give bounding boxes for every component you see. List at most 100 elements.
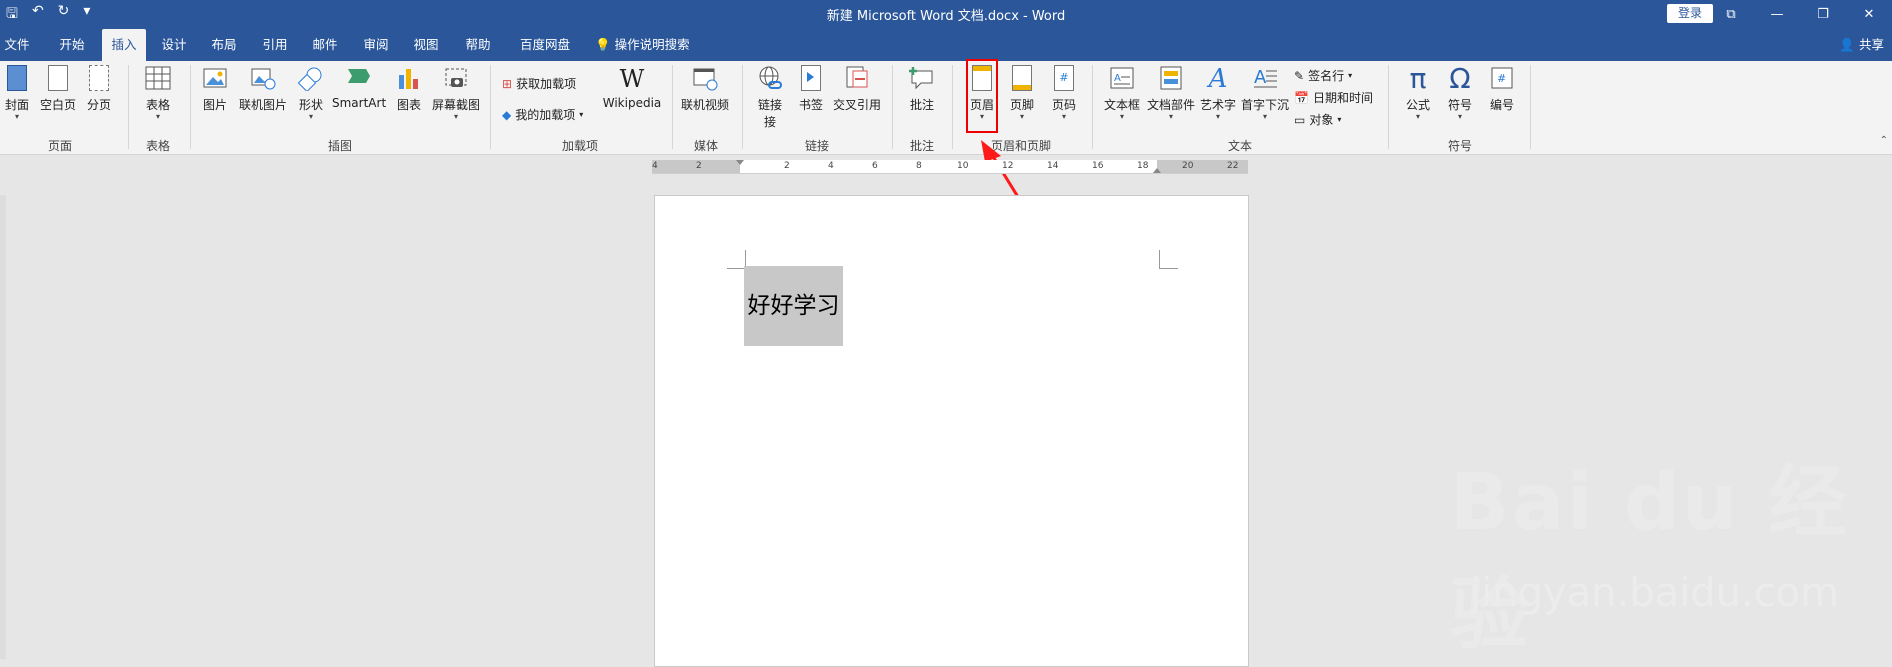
document-text-selection[interactable]: 好好学习	[744, 266, 843, 346]
share-button[interactable]: 👤 共享	[1839, 29, 1884, 61]
bookmark-button[interactable]: 书签	[796, 65, 826, 113]
online-picture-button[interactable]: 联机图片	[238, 65, 288, 113]
minimize-button[interactable]: —	[1754, 0, 1800, 29]
cross-reference-button[interactable]: 交叉引用	[832, 65, 882, 113]
ruler-tick: 14	[1047, 161, 1059, 171]
numbering-button[interactable]: # 编号	[1484, 65, 1520, 113]
wordart-button[interactable]: A 艺术字 ▾	[1198, 65, 1238, 121]
get-addins-button[interactable]: ⊞ 获取加载项	[502, 75, 576, 92]
object-button[interactable]: ▭ 对象 ▾	[1294, 111, 1341, 128]
ruler-tick: 16	[1092, 161, 1104, 171]
comment-icon	[909, 65, 935, 93]
ruler-tick: 20	[1182, 161, 1194, 171]
lightbulb-icon: 💡	[595, 37, 611, 52]
vertical-ruler[interactable]	[0, 195, 6, 659]
group-separator	[128, 65, 129, 149]
footer-button[interactable]: 页脚 ▾	[1006, 65, 1038, 121]
login-button[interactable]: 登录	[1667, 4, 1713, 23]
my-addins-button[interactable]: ◆ 我的加载项 ▾	[502, 106, 583, 123]
tab-home[interactable]: 开始	[52, 29, 92, 61]
collapse-ribbon-icon[interactable]: ⌃	[1880, 135, 1888, 146]
blank-page-icon	[45, 65, 71, 93]
pi-icon: π	[1409, 62, 1427, 95]
horizontal-ruler[interactable]: 4 2 2 4 6 8 10 12 14 16 18 20 22	[652, 160, 1248, 174]
smartart-button[interactable]: SmartArt	[332, 65, 386, 110]
shapes-button[interactable]: 形状 ▾	[296, 65, 326, 121]
group-separator	[490, 65, 491, 149]
tab-mailings[interactable]: 邮件	[307, 29, 343, 61]
comment-button[interactable]: 批注	[904, 65, 940, 113]
tab-insert[interactable]: 插入	[102, 29, 146, 61]
maximize-button[interactable]: ❐	[1800, 0, 1846, 29]
screenshot-button[interactable]: 屏幕截图 ▾	[430, 65, 482, 121]
picture-icon	[202, 65, 228, 93]
ribbon: 封面 ▾ 空白页 分页 页面 表格 ▾ 表格 图片 联机图片 形状 ▾ SmartAr…	[0, 61, 1892, 155]
group-label-addins: 加载项	[561, 139, 598, 153]
cover-page-icon	[4, 65, 30, 93]
dropdown-arrow-icon: ▾	[1337, 115, 1342, 124]
tab-design[interactable]: 设计	[156, 29, 192, 61]
group-label-links: 链接	[804, 139, 829, 153]
group-label-illustrations: 插图	[327, 139, 352, 153]
tab-review[interactable]: 审阅	[358, 29, 394, 61]
group-separator	[952, 65, 953, 149]
signature-line-button[interactable]: ✎ 签名行 ▾	[1294, 67, 1352, 84]
equation-button[interactable]: π 公式 ▾	[1398, 65, 1438, 121]
table-button[interactable]: 表格 ▾	[140, 65, 176, 121]
window-controls: ⧉ — ❐ ✕	[1708, 0, 1892, 29]
margin-corner-top-right	[1159, 250, 1178, 269]
online-video-button[interactable]: 联机视频	[680, 65, 730, 113]
wordart-icon: A	[1208, 64, 1228, 94]
group-separator	[742, 65, 743, 149]
date-time-button[interactable]: 📅 日期和时间	[1294, 89, 1373, 106]
drop-cap-button[interactable]: A 首字下沉 ▾	[1240, 65, 1290, 121]
table-icon	[145, 65, 171, 93]
ribbon-tabs: 文件 开始 插入 设计 布局 引用 邮件 审阅 视图 帮助 百度网盘 💡 操作说…	[0, 29, 1892, 61]
header-button-highlight	[966, 59, 998, 133]
right-indent-marker[interactable]	[1153, 168, 1161, 173]
symbol-button[interactable]: Ω 符号 ▾	[1442, 65, 1478, 121]
numbering-icon: #	[1489, 65, 1515, 93]
page-break-button[interactable]: 分页	[84, 65, 114, 113]
person-icon: 👤	[1839, 37, 1855, 52]
text-box-button[interactable]: A 文本框 ▾	[1102, 65, 1142, 121]
share-label: 共享	[1858, 37, 1884, 52]
link-button[interactable]: 链接 接	[752, 65, 788, 130]
omega-icon: Ω	[1449, 62, 1471, 95]
ruler-tick: 4	[652, 161, 658, 171]
wikipedia-button[interactable]: W Wikipedia	[600, 65, 664, 110]
tab-references[interactable]: 引用	[257, 29, 293, 61]
bookmark-icon	[798, 65, 824, 93]
group-label-symbols: 符号	[1447, 139, 1472, 153]
title-bar: 🖫 ↶ ↻ ▾ 新建 Microsoft Word 文档.docx - Word…	[0, 0, 1892, 29]
indent-marker[interactable]	[736, 160, 744, 165]
tab-baidu-netdisk[interactable]: 百度网盘	[515, 29, 575, 61]
ruler-tick: 2	[696, 161, 702, 171]
tell-me-search[interactable]: 💡 操作说明搜索	[595, 29, 690, 61]
ruler-tick: 6	[872, 161, 878, 171]
group-label-text: 文本	[1227, 139, 1252, 153]
chart-button[interactable]: 图表	[394, 65, 424, 113]
link-globe-icon	[757, 65, 783, 93]
store-icon: ⊞	[502, 76, 513, 91]
tab-layout[interactable]: 布局	[206, 29, 242, 61]
page-number-button[interactable]: # 页码 ▾	[1048, 65, 1080, 121]
tab-view[interactable]: 视图	[408, 29, 444, 61]
tab-help[interactable]: 帮助	[460, 29, 496, 61]
cover-button[interactable]: 封面 ▾	[2, 65, 32, 121]
group-separator	[892, 65, 893, 149]
tab-file[interactable]: 文件	[0, 29, 34, 61]
ribbon-display-options-icon[interactable]: ⧉	[1708, 0, 1754, 29]
picture-button[interactable]: 图片	[200, 65, 230, 113]
group-label-pages: 页面	[47, 139, 72, 153]
online-video-icon	[692, 65, 718, 93]
signature-icon: ✎	[1294, 68, 1305, 83]
addins-icon: ◆	[502, 107, 512, 122]
quick-parts-button[interactable]: 文档部件 ▾	[1146, 65, 1196, 121]
ruler-tick: 10	[957, 161, 969, 171]
wikipedia-icon: W	[619, 65, 645, 93]
text-box-icon: A	[1109, 65, 1135, 93]
close-button[interactable]: ✕	[1846, 0, 1892, 29]
blank-page-button[interactable]: 空白页	[38, 65, 78, 113]
shapes-icon	[297, 65, 324, 93]
